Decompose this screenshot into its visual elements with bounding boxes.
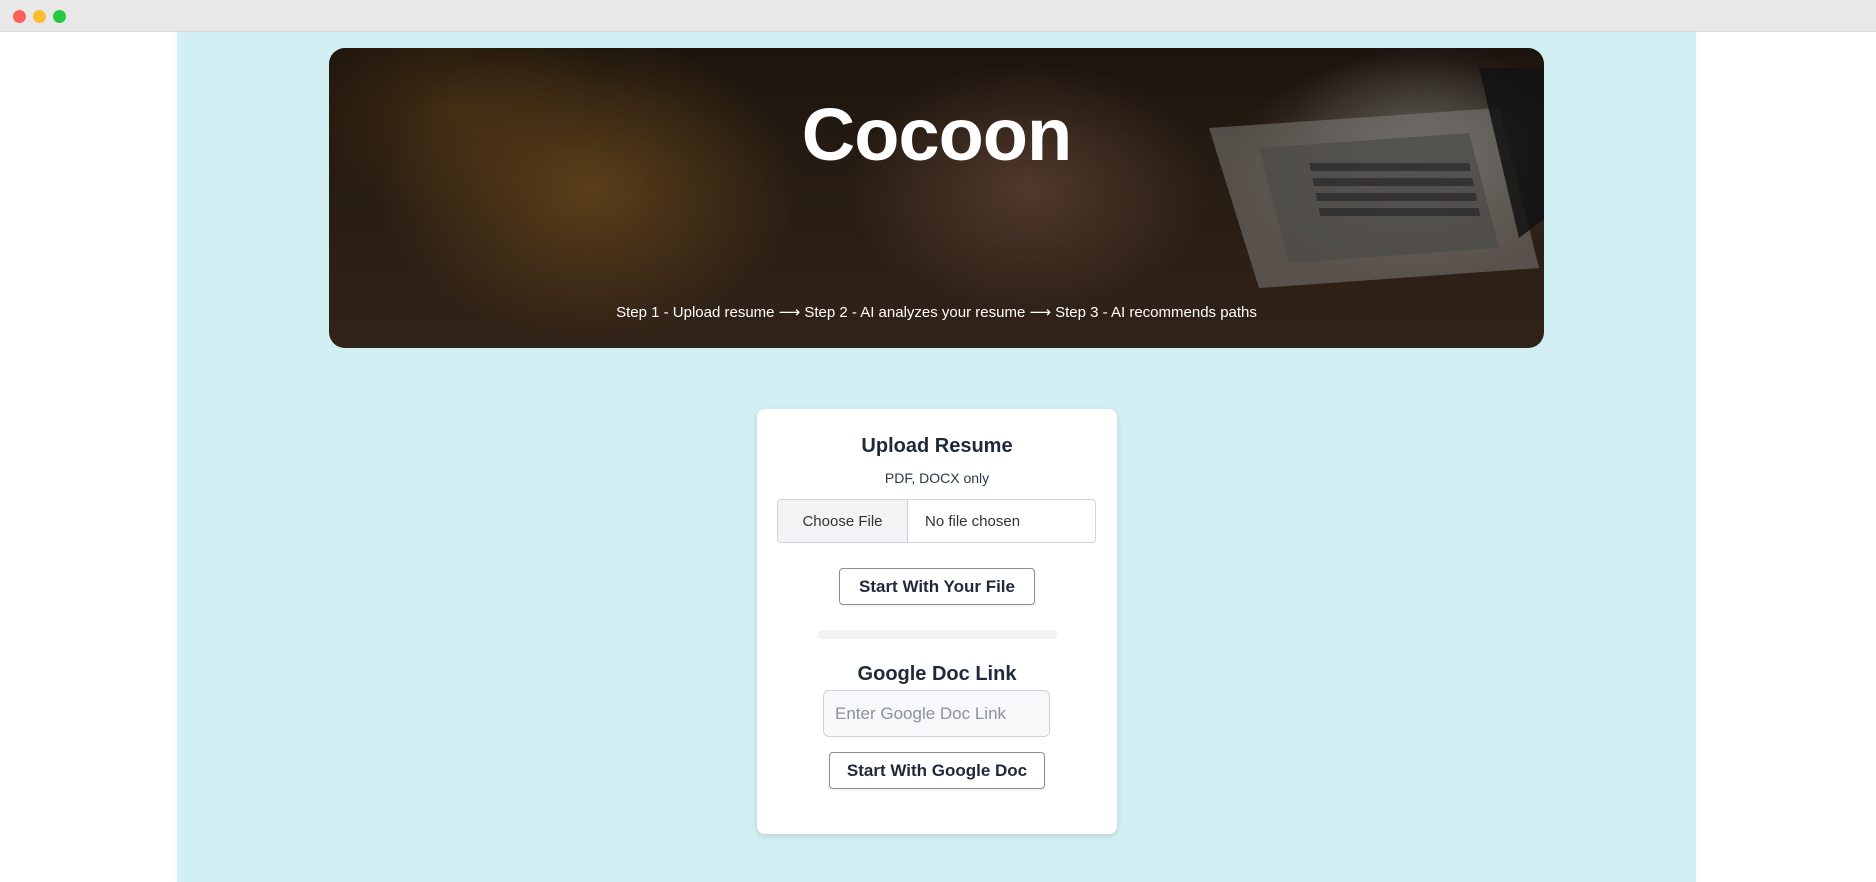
hero-banner: Cocoon Step 1 - Upload resume ⟶ Step 2 -…: [329, 48, 1544, 348]
close-window-dot[interactable]: [13, 10, 26, 23]
choose-file-button[interactable]: Choose File: [778, 500, 908, 542]
browser-titlebar: [0, 0, 1876, 32]
minimize-window-dot[interactable]: [33, 10, 46, 23]
page-container: Cocoon Step 1 - Upload resume ⟶ Step 2 -…: [177, 32, 1696, 882]
upload-card: Upload Resume PDF, DOCX only Choose File…: [757, 409, 1117, 834]
google-doc-link-input[interactable]: [823, 690, 1050, 737]
file-types-note: PDF, DOCX only: [884, 470, 990, 486]
start-with-file-button[interactable]: Start With Your File: [839, 568, 1035, 605]
file-status-text: No file chosen: [925, 512, 1021, 530]
hero-steps-text: Step 1 - Upload resume ⟶ Step 2 - AI ana…: [616, 304, 1257, 321]
resume-file-input[interactable]: Choose File No file chosen: [777, 499, 1096, 543]
hero-title: Cocoon: [801, 93, 1072, 176]
start-with-google-doc-button[interactable]: Start With Google Doc: [829, 752, 1045, 789]
google-doc-heading: Google Doc Link: [857, 663, 1017, 685]
maximize-window-dot[interactable]: [53, 10, 66, 23]
section-divider: [818, 630, 1057, 639]
upload-resume-heading: Upload Resume: [861, 435, 1013, 457]
